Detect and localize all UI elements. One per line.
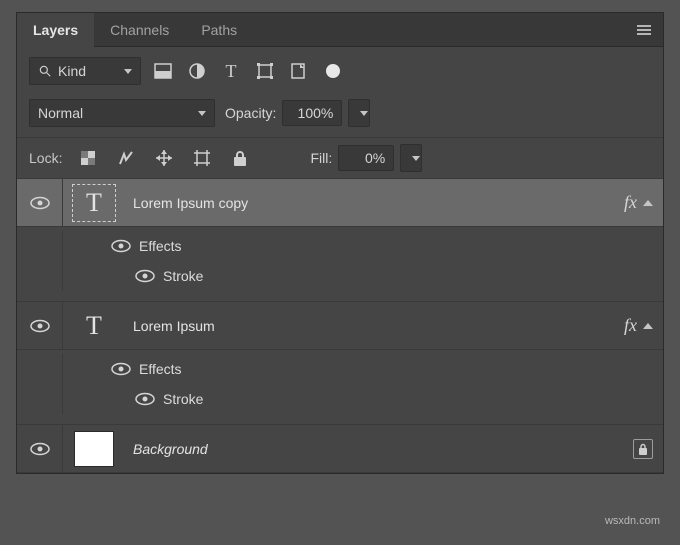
lock-all-icon[interactable]	[228, 146, 252, 170]
eye-icon	[135, 269, 155, 283]
fx-badge[interactable]: fx	[624, 315, 637, 336]
filter-kind-label: Kind	[58, 63, 86, 79]
filter-adjustment-icon[interactable]	[185, 59, 209, 83]
layers-panel: Layers Channels Paths Kind T	[16, 12, 664, 474]
layer-effects-block: Effects Stroke	[17, 227, 663, 302]
layer-name[interactable]: Lorem Ipsum	[125, 318, 624, 334]
effect-visibility-toggle[interactable]	[63, 269, 163, 283]
type-layer-icon: T	[86, 311, 102, 341]
lock-position-icon[interactable]	[152, 146, 176, 170]
eye-icon	[30, 319, 50, 333]
filter-type-icon[interactable]: T	[219, 59, 243, 83]
lock-label: Lock:	[29, 150, 62, 166]
effects-label[interactable]: Effects	[139, 238, 182, 254]
tab-channels-label: Channels	[110, 22, 169, 38]
layer-row[interactable]: T Lorem Ipsum copy fx	[17, 179, 663, 227]
effects-collapse-icon[interactable]	[643, 323, 653, 329]
fill-input[interactable]: 0%	[338, 145, 394, 171]
eye-icon	[111, 239, 131, 253]
effects-label[interactable]: Effects	[139, 361, 182, 377]
blend-row: Normal Opacity: 100%	[17, 95, 663, 137]
type-layer-icon: T	[86, 188, 102, 218]
lock-row: Lock: Fill: 0%	[17, 137, 663, 179]
chevron-down-icon	[198, 111, 206, 116]
tab-layers[interactable]: Layers	[17, 13, 94, 47]
tab-layers-label: Layers	[33, 22, 78, 38]
layer-lock-icon[interactable]	[633, 439, 653, 459]
tab-paths[interactable]: Paths	[185, 13, 253, 47]
tab-channels[interactable]: Channels	[94, 13, 185, 47]
eye-icon	[111, 362, 131, 376]
visibility-toggle[interactable]	[17, 302, 63, 349]
filter-toggle-dot-icon[interactable]	[321, 59, 345, 83]
eye-icon	[30, 442, 50, 456]
panel-tab-bar: Layers Channels Paths	[17, 13, 663, 47]
effects-visibility-toggle[interactable]	[63, 239, 139, 253]
visibility-toggle[interactable]	[17, 179, 63, 226]
fill-value: 0%	[365, 150, 385, 166]
layer-row[interactable]: Background	[17, 425, 663, 473]
effect-stroke-label[interactable]: Stroke	[163, 391, 203, 407]
effects-visibility-toggle[interactable]	[63, 362, 139, 376]
tab-paths-label: Paths	[201, 22, 237, 38]
fx-badge[interactable]: fx	[624, 192, 637, 213]
opacity-value: 100%	[298, 105, 334, 121]
filter-row: Kind T	[17, 47, 663, 95]
effect-stroke-label[interactable]: Stroke	[163, 268, 203, 284]
effect-visibility-toggle[interactable]	[63, 392, 163, 406]
visibility-toggle[interactable]	[17, 425, 63, 472]
opacity-input[interactable]: 100%	[282, 100, 342, 126]
layer-row[interactable]: T Lorem Ipsum fx	[17, 302, 663, 350]
panel-menu-icon[interactable]	[625, 22, 663, 38]
filter-smartobject-icon[interactable]	[287, 59, 311, 83]
effects-collapse-icon[interactable]	[643, 200, 653, 206]
opacity-dropdown[interactable]	[348, 99, 370, 127]
chevron-down-icon	[412, 156, 420, 161]
layer-thumbnail[interactable]	[63, 432, 125, 466]
eye-icon	[30, 196, 50, 210]
blend-mode-value: Normal	[38, 105, 83, 121]
filter-shape-icon[interactable]	[253, 59, 277, 83]
fill-label: Fill:	[310, 150, 332, 166]
chevron-down-icon	[124, 69, 132, 74]
filter-pixel-icon[interactable]	[151, 59, 175, 83]
chevron-down-icon	[360, 111, 368, 116]
blend-mode-select[interactable]: Normal	[29, 99, 215, 127]
opacity-label: Opacity:	[225, 105, 276, 121]
opacity-field: Opacity: 100%	[225, 99, 370, 127]
layer-thumbnail[interactable]: T	[63, 184, 125, 222]
layer-effects-block: Effects Stroke	[17, 350, 663, 425]
lock-artboard-icon[interactable]	[190, 146, 214, 170]
layer-thumbnail[interactable]: T	[63, 307, 125, 345]
lock-transparency-icon[interactable]	[76, 146, 100, 170]
fill-dropdown[interactable]	[400, 144, 422, 172]
eye-icon	[135, 392, 155, 406]
fill-field: Fill: 0%	[310, 144, 422, 172]
layers-list: T Lorem Ipsum copy fx Effects Stroke	[17, 179, 663, 473]
search-icon	[38, 64, 52, 78]
lock-image-icon[interactable]	[114, 146, 138, 170]
layer-name[interactable]: Background	[125, 441, 633, 457]
watermark-text: wsxdn.com	[605, 515, 660, 527]
filter-kind-select[interactable]: Kind	[29, 57, 141, 85]
layer-name[interactable]: Lorem Ipsum copy	[125, 195, 624, 211]
